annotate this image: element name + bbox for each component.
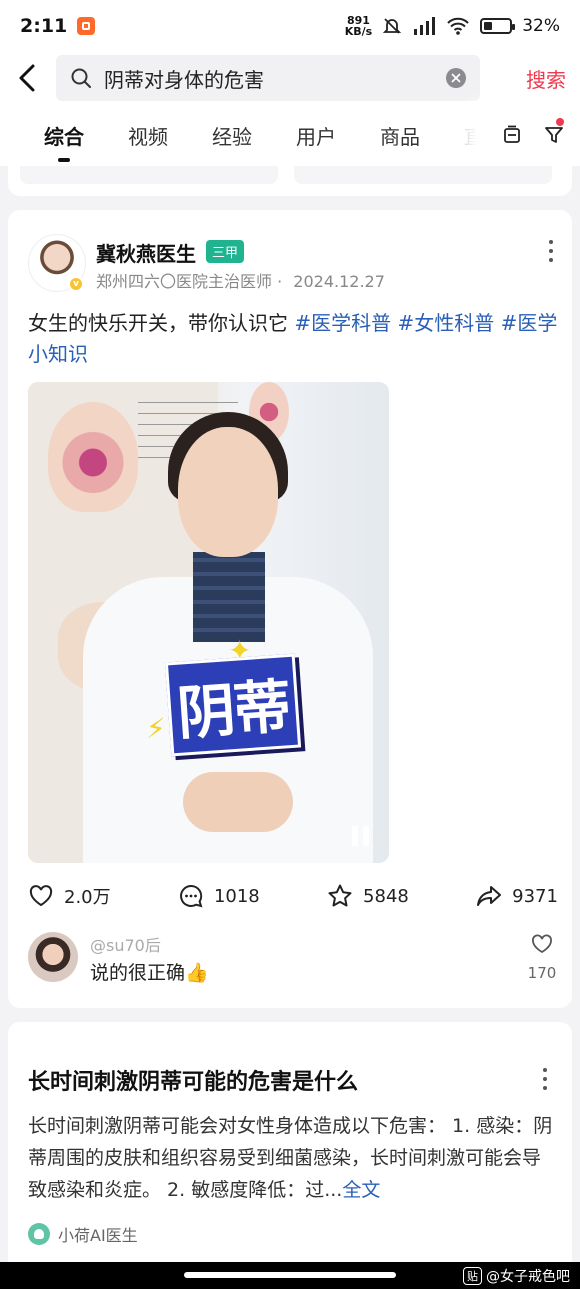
author-affiliation: 郑州四六〇医院主治医师	[96, 272, 273, 291]
more-options-button[interactable]	[548, 240, 554, 262]
previous-chip-right	[294, 166, 552, 184]
comment-text: 说的很正确👍	[90, 962, 209, 984]
author-meta: 郑州四六〇医院主治医师 · 2024.12.27	[96, 272, 385, 291]
app-notification-icon	[77, 17, 96, 35]
ai-answer-card[interactable]: 长时间刺激阴蒂可能的危害是什么 长时间刺激阴蒂可能会对女性身体造成以下危害： 1…	[8, 1022, 572, 1262]
signal-icon	[414, 17, 436, 35]
share-arrow-icon	[477, 886, 502, 906]
commenter-avatar[interactable]	[28, 932, 78, 982]
video-post-card[interactable]: v 冀秋燕医生 三甲 郑州四六〇医院主治医师 · 2024.12.27 女生的快…	[8, 210, 572, 1008]
commenter-name[interactable]: @su70后	[90, 932, 161, 956]
search-icon	[71, 68, 91, 88]
comment-icon	[180, 884, 203, 908]
author-name[interactable]: 冀秋燕医生	[96, 238, 196, 267]
search-input[interactable]: 阴蒂对身体的危害	[56, 55, 480, 101]
layout-toggle-icon[interactable]	[502, 125, 522, 145]
comment-button[interactable]: 1018	[178, 883, 260, 909]
status-bar: 2:11 891 KB/s 32%	[0, 0, 580, 52]
result-tabs: 综合 视频 经验 用户 商品 直	[0, 104, 580, 166]
system-nav-bar: 贴 @女子戒色吧	[0, 1262, 580, 1289]
more-options-button[interactable]	[542, 1068, 548, 1090]
hashtag-link[interactable]: #女性科普	[397, 311, 494, 335]
comment-count: 1018	[213, 885, 260, 907]
wifi-icon	[447, 17, 469, 35]
answer-source[interactable]: 小荷AI医生	[28, 1222, 138, 1246]
tab-products[interactable]: 商品	[380, 121, 420, 150]
verified-badge-icon: v	[68, 276, 84, 292]
post-actions: 2.0万 1018 5848 9371	[28, 874, 558, 918]
favorite-count: 5848	[363, 885, 409, 907]
tab-users[interactable]: 用户	[296, 121, 336, 150]
pause-icon[interactable]	[347, 823, 373, 849]
watermark: 贴 @女子戒色吧	[463, 1266, 570, 1286]
previous-chip-left	[20, 166, 278, 184]
source-name: 小荷AI医生	[58, 1226, 138, 1245]
video-overlay-title: 阴蒂	[164, 653, 302, 757]
like-button[interactable]: 2.0万	[28, 883, 111, 909]
video-player[interactable]: ⚡ ✦ 阴蒂	[28, 382, 389, 863]
search-button[interactable]: 搜索	[526, 64, 566, 93]
doctor-hands	[183, 772, 293, 832]
back-arrow-icon	[19, 64, 35, 92]
hospital-level-badge: 三甲	[206, 240, 245, 263]
clear-search-button[interactable]	[446, 68, 466, 88]
hashtag-link[interactable]: #医学科普	[294, 311, 391, 335]
battery-icon	[480, 18, 516, 34]
share-count: 9371	[512, 885, 558, 907]
post-date: 2024.12.27	[293, 272, 385, 291]
answer-title[interactable]: 长时间刺激阴蒂可能的危害是什么	[28, 1064, 358, 1096]
read-full-link[interactable]: 全文	[342, 1179, 380, 1201]
status-right: 891 KB/s 32%	[345, 15, 560, 37]
ai-doctor-icon	[28, 1223, 50, 1245]
comment-like-count: 170	[527, 964, 557, 982]
share-button[interactable]: 9371	[476, 883, 558, 909]
status-time: 2:11	[20, 15, 68, 37]
tab-tools	[478, 104, 580, 166]
anatomy-illustration	[48, 402, 138, 512]
search-query-text: 阴蒂对身体的危害	[104, 67, 264, 92]
filter-icon[interactable]	[544, 125, 564, 145]
like-count: 2.0万	[64, 887, 111, 908]
post-caption: 女生的快乐开关，带你认识它 #医学科普 #女性科普 #医学小知识	[28, 311, 558, 366]
mute-bell-icon	[383, 18, 402, 34]
network-speed: 891 KB/s	[344, 14, 373, 38]
answer-body: 长时间刺激阴蒂可能会对女性身体造成以下危害： 1. 感染：阴蒂周围的皮肤和组织容…	[28, 1115, 553, 1201]
doctor-face	[178, 427, 278, 557]
tab-live[interactable]: 直	[464, 121, 476, 150]
tab-video[interactable]: 视频	[128, 121, 168, 150]
sparkle-decoration: ⚡	[146, 712, 166, 745]
back-button[interactable]	[0, 52, 56, 104]
search-header: 阴蒂对身体的危害 搜索	[0, 52, 580, 104]
battery-level: 32%	[522, 16, 560, 36]
favorite-button[interactable]: 5848	[327, 883, 409, 909]
star-icon	[328, 884, 352, 907]
filter-notification-dot	[556, 118, 564, 126]
top-comment[interactable]: @su70后 说的很正确👍 170	[28, 932, 562, 992]
watermark-logo-icon: 贴	[463, 1267, 482, 1285]
watermark-text: @女子戒色吧	[486, 1269, 570, 1285]
doctor-sweater	[193, 552, 265, 642]
tab-all[interactable]: 综合	[44, 121, 84, 162]
home-indicator[interactable]	[184, 1272, 396, 1278]
comment-like-button[interactable]: 170	[522, 932, 562, 982]
heart-icon	[532, 934, 552, 954]
previous-result-remnant	[8, 166, 572, 196]
heart-icon	[29, 885, 53, 907]
tab-experience[interactable]: 经验	[212, 121, 252, 150]
close-icon	[451, 73, 461, 83]
